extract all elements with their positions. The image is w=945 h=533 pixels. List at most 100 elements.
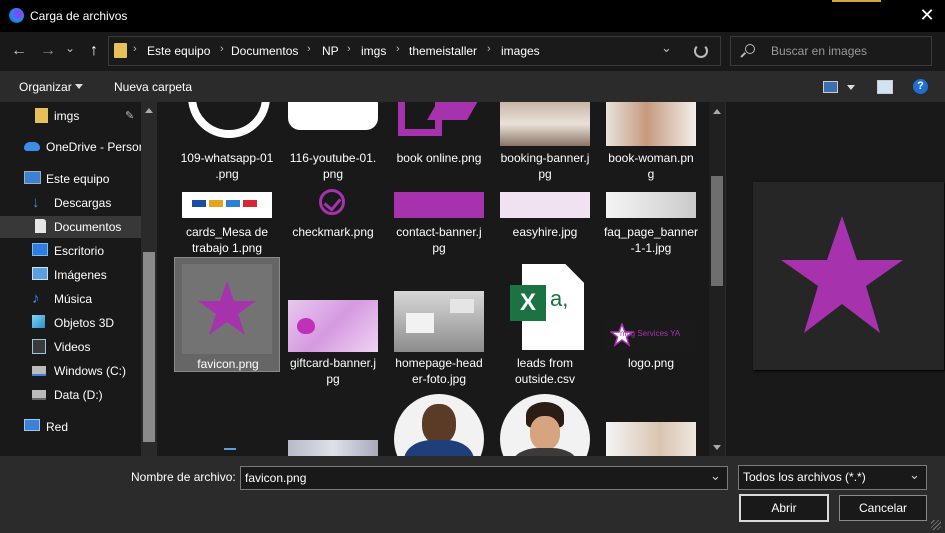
breadcrumb-themeistaller[interactable]: themeistaller xyxy=(409,44,477,58)
breadcrumb-documentos[interactable]: Documentos xyxy=(231,44,298,58)
file-name: faq_page_banner xyxy=(603,225,699,239)
file-name: giftcard-banner.j xyxy=(289,356,377,370)
file-tile[interactable]: contact-banner.j pg xyxy=(386,190,492,256)
file-tile[interactable]: 109-whatsapp-01 .png xyxy=(174,102,280,182)
sidebar-item-label: Windows (C:) xyxy=(54,364,127,378)
close-button[interactable]: ✕ xyxy=(916,4,938,26)
file-name: logo.png xyxy=(627,356,675,370)
help-icon[interactable]: ? xyxy=(913,79,928,94)
file-tile[interactable]: easyhire.jpg xyxy=(492,190,598,256)
sidebar-item-red[interactable]: Red xyxy=(0,416,141,438)
scroll-up-arrow[interactable] xyxy=(713,109,721,114)
file-name: cards_Mesa de xyxy=(185,225,269,239)
filename-label: Nombre de archivo: xyxy=(131,470,236,484)
chevron-down-icon[interactable]: ⌄ xyxy=(710,468,721,484)
cancel-button[interactable]: Cancelar xyxy=(839,495,927,521)
title-accent xyxy=(832,0,881,2)
file-tile[interactable]: cards_Mesa de trabajo 1.png xyxy=(174,190,280,256)
chevron-down-icon[interactable]: ⌄ xyxy=(909,467,920,483)
sidebar-item-documentos[interactable]: Documentos xyxy=(0,216,141,238)
giftcard-banner-thumbnail xyxy=(288,300,378,352)
homepage-header-thumbnail xyxy=(394,291,484,352)
file-name: leads from xyxy=(516,356,574,370)
file-tile[interactable]: homepage-head er-foto.jpg xyxy=(386,257,492,386)
folder-icon xyxy=(35,108,48,123)
file-tile[interactable] xyxy=(598,392,704,456)
file-tile[interactable]: faq_page_banner -1-1.jpg xyxy=(598,190,704,256)
file-name: checkmark.png xyxy=(292,225,374,239)
sidebar-item-data-d[interactable]: Data (D:) xyxy=(0,384,141,406)
excel-file-icon: X a, xyxy=(500,264,590,352)
view-options-icon[interactable] xyxy=(823,81,838,93)
file-list-scrollbar[interactable] xyxy=(709,102,725,456)
preview-pane-icon[interactable] xyxy=(877,80,893,94)
file-name: 109-whatsapp-01 xyxy=(180,151,274,165)
organize-button[interactable]: Organizar xyxy=(19,80,72,94)
forward-button[interactable]: → xyxy=(37,41,59,61)
scroll-down-arrow[interactable] xyxy=(713,445,721,450)
view-dropdown-icon[interactable] xyxy=(847,85,855,90)
file-tile[interactable]: booking-banner.j pg xyxy=(492,102,598,182)
preview-image xyxy=(753,182,944,370)
file-tile-selected[interactable]: favicon.png xyxy=(174,257,280,372)
address-bar[interactable]: › Este equipo › Documentos › NP › imgs ›… xyxy=(108,36,721,66)
favicon-thumbnail xyxy=(182,264,272,354)
sidebar-item-este-equipo[interactable]: Este equipo xyxy=(0,168,141,190)
new-folder-button[interactable]: Nueva carpeta xyxy=(114,80,192,94)
file-tile[interactable] xyxy=(174,392,280,456)
sidebar-item-escritorio[interactable]: Escritorio xyxy=(0,240,141,262)
file-tile[interactable]: checkmark.png xyxy=(280,189,386,256)
file-tile[interactable]: book online.png xyxy=(386,102,492,182)
file-tile[interactable] xyxy=(386,392,492,456)
breadcrumb-np[interactable]: NP xyxy=(322,44,339,58)
filename-field[interactable]: favicon.png ⌄ xyxy=(240,466,728,490)
breadcrumb-separator: › xyxy=(347,43,351,55)
address-dropdown-icon[interactable]: ⌄ xyxy=(661,40,672,56)
up-button[interactable]: ↑ xyxy=(83,41,105,61)
file-tile[interactable]: book-woman.pn g xyxy=(598,102,704,182)
sidebar-item-label: OneDrive - Persor xyxy=(46,140,143,154)
resize-grip[interactable] xyxy=(931,520,941,530)
file-tile[interactable]: ning Services YA logo.png xyxy=(598,257,704,372)
file-tile[interactable] xyxy=(280,392,386,456)
sidebar-item-musica[interactable]: ♪ Música xyxy=(0,288,141,310)
search-input[interactable]: Buscar en images xyxy=(771,44,867,58)
pin-icon[interactable]: ✎ xyxy=(125,109,134,122)
breadcrumb-este-equipo[interactable]: Este equipo xyxy=(147,44,210,58)
back-button[interactable]: ← xyxy=(8,41,30,61)
file-tile[interactable]: giftcard-banner.j pg xyxy=(280,257,386,386)
sidebar-item-objetos-3d[interactable]: Objetos 3D xyxy=(0,312,141,334)
file-tile[interactable]: X a, leads from outside.csv xyxy=(492,257,598,386)
recent-locations-button[interactable]: ⌄ xyxy=(62,38,78,58)
sidebar-item-onedrive[interactable]: OneDrive - Persor xyxy=(0,136,143,158)
open-button[interactable]: Abrir xyxy=(739,494,829,522)
download-icon: ↓ xyxy=(32,194,40,211)
sidebar-item-imagenes[interactable]: Imágenes xyxy=(0,264,141,286)
partial-thumbnail xyxy=(288,440,378,456)
video-icon xyxy=(32,339,46,354)
breadcrumb-images[interactable]: images xyxy=(501,44,540,58)
breadcrumb-imgs[interactable]: imgs xyxy=(361,44,386,58)
scroll-thumb[interactable] xyxy=(143,252,155,442)
file-name: booking-banner.j xyxy=(500,151,590,165)
breadcrumb-separator: › xyxy=(220,43,224,55)
file-type-select[interactable]: Todos los archivos (*.*) ⌄ xyxy=(738,465,927,490)
network-icon xyxy=(24,419,40,431)
file-tile[interactable] xyxy=(492,392,598,456)
person-thumbnail xyxy=(394,394,484,456)
sidebar-item-imgs[interactable]: imgs ✎ xyxy=(0,105,141,127)
file-name: outside.csv xyxy=(514,372,576,386)
sidebar-item-descargas[interactable]: ↓ Descargas xyxy=(0,192,141,214)
file-tile[interactable]: 116-youtube-01. png xyxy=(280,102,386,182)
scroll-up-arrow[interactable] xyxy=(145,108,153,113)
scroll-thumb[interactable] xyxy=(711,176,723,286)
star-icon xyxy=(781,216,903,333)
sidebar-item-windows-c[interactable]: Windows (C:) xyxy=(0,360,141,382)
search-box[interactable]: Buscar en images xyxy=(730,36,932,66)
pictures-icon xyxy=(32,267,48,280)
sidebar-item-label: Objetos 3D xyxy=(54,316,115,330)
filename-input[interactable]: favicon.png xyxy=(245,471,306,485)
sidebar-item-videos[interactable]: Videos xyxy=(0,336,141,358)
sidebar-scrollbar[interactable] xyxy=(141,102,157,456)
refresh-icon[interactable] xyxy=(694,44,708,58)
